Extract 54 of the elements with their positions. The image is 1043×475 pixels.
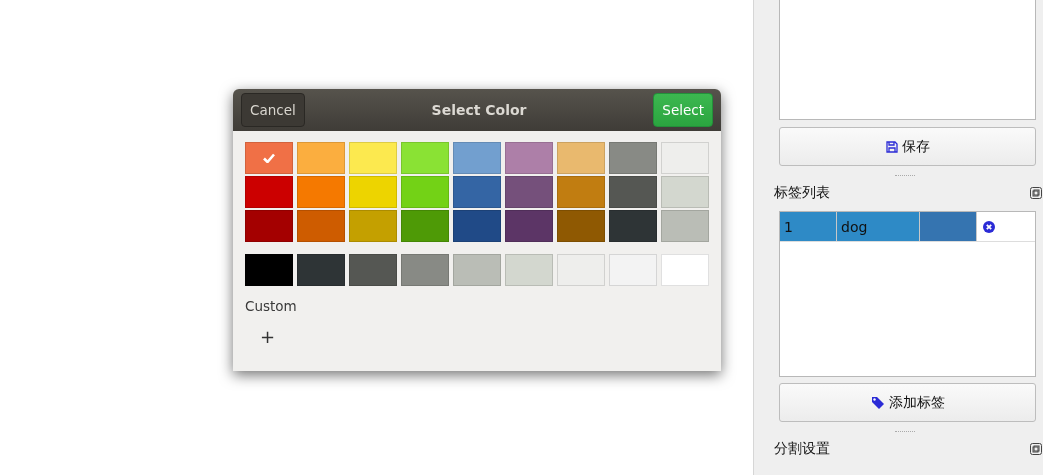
color-swatch[interactable] xyxy=(609,176,657,208)
color-swatch[interactable] xyxy=(245,176,293,208)
color-swatch[interactable] xyxy=(297,142,345,174)
color-swatch[interactable] xyxy=(661,142,709,174)
color-swatch[interactable] xyxy=(505,210,553,242)
table-cell: dog xyxy=(837,212,920,241)
color-cell[interactable] xyxy=(920,212,977,241)
color-swatch[interactable] xyxy=(557,142,605,174)
check-icon xyxy=(263,153,275,163)
dialog-title: Select Color xyxy=(431,102,527,118)
section-title: 分割设置 xyxy=(774,440,830,458)
color-swatch[interactable] xyxy=(661,176,709,208)
color-swatch[interactable] xyxy=(349,176,397,208)
color-swatch[interactable] xyxy=(401,142,449,174)
float-icon[interactable] xyxy=(1030,443,1042,455)
color-swatch[interactable] xyxy=(245,210,293,242)
color-swatch[interactable] xyxy=(401,210,449,242)
color-swatch[interactable] xyxy=(297,210,345,242)
color-swatch[interactable] xyxy=(401,176,449,208)
color-swatch[interactable] xyxy=(245,254,293,286)
color-swatch[interactable] xyxy=(297,254,345,286)
color-swatch[interactable] xyxy=(505,254,553,286)
color-swatch[interactable] xyxy=(349,210,397,242)
color-swatch[interactable] xyxy=(557,176,605,208)
cancel-button[interactable]: Cancel xyxy=(241,93,305,127)
color-swatch[interactable] xyxy=(349,254,397,286)
save-button[interactable]: 保存 xyxy=(779,127,1036,166)
color-swatch[interactable] xyxy=(453,142,501,174)
section-title: 标签列表 xyxy=(774,184,830,202)
delete-icon[interactable] xyxy=(983,220,995,233)
color-swatch[interactable] xyxy=(245,142,293,174)
color-swatch[interactable] xyxy=(609,210,657,242)
tag-icon xyxy=(870,396,885,409)
color-swatch[interactable] xyxy=(609,142,657,174)
add-custom-button[interactable]: + xyxy=(257,326,279,347)
color-swatch[interactable] xyxy=(349,142,397,174)
color-swatch[interactable] xyxy=(297,176,345,208)
text-area[interactable] xyxy=(779,0,1036,120)
table-row[interactable]: 1 dog xyxy=(780,212,1035,242)
color-swatch[interactable] xyxy=(661,254,709,286)
color-swatch[interactable] xyxy=(505,176,553,208)
color-swatch[interactable] xyxy=(661,210,709,242)
float-icon[interactable] xyxy=(1030,187,1042,199)
custom-label: Custom xyxy=(245,298,298,314)
color-swatch[interactable] xyxy=(453,176,501,208)
color-swatch[interactable] xyxy=(401,254,449,286)
color-swatch[interactable] xyxy=(557,254,605,286)
color-swatch[interactable] xyxy=(453,210,501,242)
color-swatch[interactable] xyxy=(609,254,657,286)
color-swatch[interactable] xyxy=(557,210,605,242)
add-label-button[interactable]: 添加标签 xyxy=(779,383,1036,422)
color-swatch[interactable] xyxy=(505,142,553,174)
table-cell: 1 xyxy=(780,212,837,241)
color-swatch[interactable] xyxy=(453,254,501,286)
